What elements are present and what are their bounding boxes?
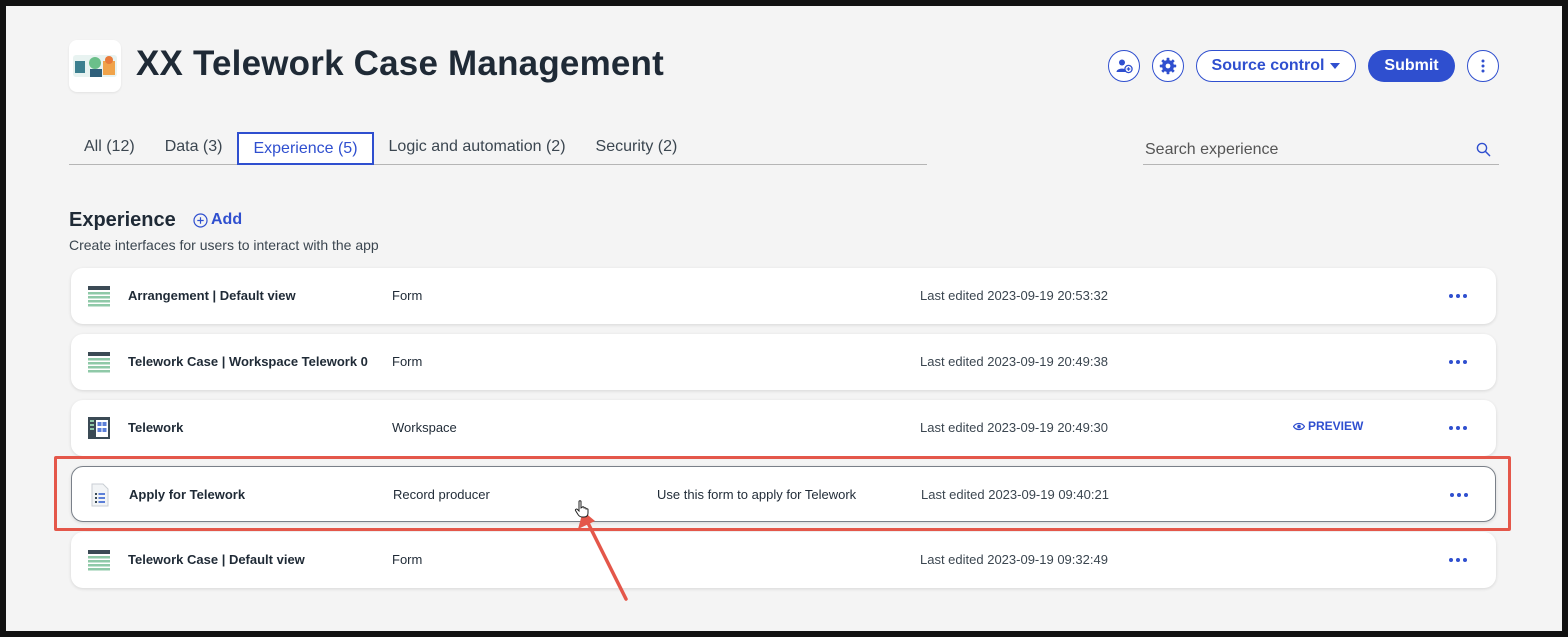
cursor-hand-icon [574, 500, 589, 518]
annotation-arrow [578, 511, 628, 601]
app-window: XX Telework Case Management Source contr… [6, 6, 1562, 631]
